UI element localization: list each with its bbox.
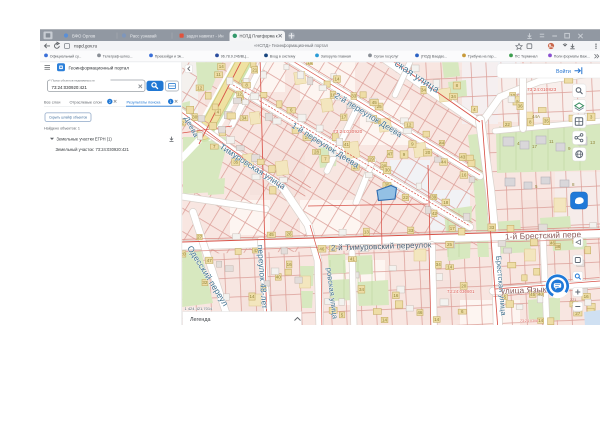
svg-text:221: 221 xyxy=(570,298,576,302)
svg-text:39: 39 xyxy=(431,195,437,200)
svg-text:Войти: Войти xyxy=(556,68,571,75)
svg-text:14: 14 xyxy=(219,64,225,69)
svg-text:33: 33 xyxy=(408,228,414,233)
svg-text:73:24:030801: 73:24:030801 xyxy=(447,289,475,294)
svg-text:Земельные участки ЕГРН (1): Земельные участки ЕГРН (1) xyxy=(57,137,113,142)
svg-text:45: 45 xyxy=(372,100,378,105)
svg-text:41: 41 xyxy=(350,257,356,262)
svg-text:17: 17 xyxy=(450,226,456,231)
svg-text:14: 14 xyxy=(538,318,544,323)
svg-text:26: 26 xyxy=(286,232,292,237)
svg-text:27: 27 xyxy=(197,235,203,240)
svg-text:Земельный участок: 73:24:03092: Земельный участок: 73:24:030920:421 xyxy=(56,147,130,152)
svg-text:НСПД Платформа к: НСПД Платформа к xyxy=(240,34,278,39)
svg-text:17: 17 xyxy=(341,115,347,120)
svg-text:46: 46 xyxy=(417,310,423,315)
svg-text:14: 14 xyxy=(447,265,453,270)
svg-text:16: 16 xyxy=(393,293,399,298)
svg-text:34: 34 xyxy=(436,262,442,267)
svg-text:11: 11 xyxy=(216,72,221,77)
svg-text:45: 45 xyxy=(269,232,275,237)
svg-text:36: 36 xyxy=(518,103,524,108)
svg-text:14: 14 xyxy=(434,317,440,322)
svg-text:Скрыть шлейф объектов: Скрыть шлейф объектов xyxy=(49,116,87,120)
svg-text:«НСПД» Геоинформационный порта: «НСПД» Геоинформационный портал xyxy=(254,43,329,48)
svg-text:2: 2 xyxy=(109,100,111,104)
svg-text:Найдено объектов: 1: Найдено объектов: 1 xyxy=(44,127,80,131)
svg-text:13: 13 xyxy=(364,230,370,235)
svg-text:Все слои: Все слои xyxy=(44,99,60,104)
svg-text:Поиск объектов недвижимости: Поиск объектов недвижимости xyxy=(52,78,95,82)
svg-text:44А: 44А xyxy=(532,114,540,119)
svg-text:43: 43 xyxy=(460,155,466,160)
svg-text:41: 41 xyxy=(344,142,350,147)
svg-text:14: 14 xyxy=(249,294,255,299)
svg-text:47: 47 xyxy=(207,258,213,263)
svg-text:1: 1 xyxy=(170,100,172,104)
svg-text:Запорула главная: Запорула главная xyxy=(321,54,351,58)
svg-text:16: 16 xyxy=(584,294,590,299)
svg-text:16: 16 xyxy=(287,262,293,267)
svg-text:ВФО Орлов: ВФО Орлов xyxy=(72,33,96,38)
svg-text:34: 34 xyxy=(451,94,457,99)
svg-text:11: 11 xyxy=(549,139,554,144)
svg-text:(ПОД) Ваедво...: (ПОД) Ваедво... xyxy=(421,54,447,58)
svg-text:12: 12 xyxy=(406,122,412,127)
svg-text:34: 34 xyxy=(359,287,365,292)
svg-text:20: 20 xyxy=(425,150,431,155)
svg-text:44: 44 xyxy=(439,140,445,145)
svg-text:73:24:010823: 73:24:010823 xyxy=(527,87,557,93)
svg-text:Геоинформационный портал: Геоинформационный портал xyxy=(69,65,130,71)
svg-text:Вход в систему: Вход в систему xyxy=(270,54,296,58)
svg-text:21: 21 xyxy=(252,67,258,72)
svg-text:задач навигат - Ин: задач навигат - Ин xyxy=(187,33,225,38)
svg-text:14: 14 xyxy=(334,77,340,82)
svg-text:nspd.gov.ru: nspd.gov.ru xyxy=(74,43,98,48)
svg-text:14: 14 xyxy=(382,318,388,323)
svg-text:13: 13 xyxy=(590,140,596,145)
svg-text:Легенда: Легенда xyxy=(190,317,211,323)
svg-text:Превзойди и Эк...: Превзойди и Эк... xyxy=(155,54,184,58)
svg-text:Официальный су...: Официальный су... xyxy=(50,54,82,58)
svg-text:Важ...: Важ... xyxy=(580,55,590,59)
svg-text:46: 46 xyxy=(319,246,325,251)
svg-text:44: 44 xyxy=(441,160,447,165)
svg-text:22: 22 xyxy=(403,195,409,200)
svg-text:40: 40 xyxy=(276,274,282,279)
svg-text:Трибуна на пар...: Трибуна на пар... xyxy=(468,54,497,58)
svg-text:19: 19 xyxy=(369,157,375,162)
svg-text:73:24:0308: 73:24:0308 xyxy=(520,319,538,323)
svg-text:Телеграф-шлюз...: Телеграф-шлюз... xyxy=(103,54,133,58)
svg-text:34: 34 xyxy=(241,116,247,121)
svg-text:Результаты поиска: Результаты поиска xyxy=(127,99,162,104)
svg-text:73:24:030920: 73:24:030920 xyxy=(333,129,363,135)
svg-text:Орган госуслуг: Орган госуслуг xyxy=(374,54,399,58)
svg-text:96.78.9.246/ВЦ...: 96.78.9.246/ВЦ... xyxy=(221,54,249,58)
svg-text:16: 16 xyxy=(461,173,467,178)
svg-text:28: 28 xyxy=(314,149,320,154)
svg-text:17: 17 xyxy=(532,144,538,149)
svg-text:ПС Терминал: ПС Терминал xyxy=(515,54,538,58)
svg-text:38: 38 xyxy=(555,244,561,249)
svg-text:73:24:030920:421: 73:24:030920:421 xyxy=(52,85,88,90)
svg-text:1 424 421,7014: 1 424 421,7014 xyxy=(185,306,214,311)
svg-text:20: 20 xyxy=(461,284,467,289)
svg-text:35: 35 xyxy=(544,119,550,124)
svg-text:47: 47 xyxy=(387,151,393,156)
svg-text:25: 25 xyxy=(447,242,453,247)
svg-text:12: 12 xyxy=(197,85,203,90)
svg-text:12: 12 xyxy=(237,92,243,97)
svg-text:33: 33 xyxy=(489,225,495,230)
svg-text:42: 42 xyxy=(432,211,438,216)
svg-text:Поли форматы: Поли форматы xyxy=(554,54,580,58)
svg-text:22: 22 xyxy=(505,122,511,127)
svg-text:Расс узнавай: Расс узнавай xyxy=(130,33,157,38)
svg-text:Отраслевые слои: Отраслевые слои xyxy=(70,99,102,104)
svg-text:18: 18 xyxy=(443,200,449,205)
svg-text:30: 30 xyxy=(385,168,391,173)
